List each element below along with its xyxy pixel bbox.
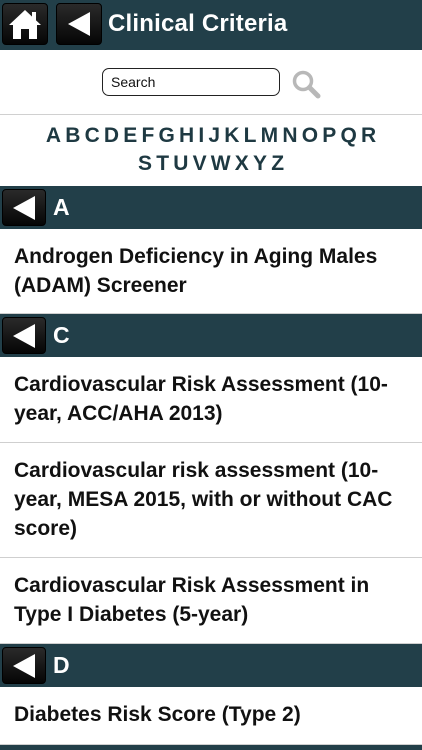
alphabet-letter[interactable]: I [196,122,206,150]
alphabet-letter[interactable]: H [177,122,196,150]
alphabet-letter[interactable]: C [82,122,101,150]
alphabet-letter[interactable]: O [300,122,321,150]
section-header-c: C [0,314,422,357]
list-item[interactable]: Cardiovascular Risk Assessment in Type I… [0,558,422,644]
alphabet-letter[interactable]: B [63,122,82,150]
page-title: Clinical Criteria [108,10,288,37]
section-back-button[interactable] [2,647,46,684]
alphabet-letter[interactable]: L [242,122,259,150]
alphabet-letter[interactable]: E [121,122,139,150]
list-item-label: Diabetes Risk Score (Type 2) [14,703,301,726]
alphabet-letter[interactable]: A [44,122,63,150]
next-section-header [0,745,422,750]
section-header-a: A [0,186,422,229]
list-item[interactable]: Androgen Deficiency in Aging Males (ADAM… [0,229,422,314]
list-item-label: Androgen Deficiency in Aging Males (ADAM… [14,245,378,297]
alphabet-letter[interactable]: U [171,150,190,178]
section-letter: D [53,652,70,678]
alphabet-letter[interactable]: V [190,150,208,178]
back-button[interactable] [56,3,102,45]
alphabet-letter[interactable]: D [102,122,121,150]
alphabet-letter[interactable]: M [259,122,281,150]
alphabet-letter[interactable]: W [209,150,233,178]
list-item-label: Cardiovascular Risk Assessment (10-year,… [14,373,388,425]
alphabet-row-1: ABCDEFGHIJKLMNOPQR [0,122,422,150]
search-icon[interactable] [291,69,321,99]
alphabet-letter[interactable]: Q [338,122,359,150]
section-letter: C [53,322,70,348]
alphabet-letter[interactable]: P [320,122,338,150]
back-arrow-icon [68,12,90,36]
top-bar: Clinical Criteria [0,0,422,50]
alphabet-letter[interactable]: J [206,122,222,150]
home-icon [9,10,41,39]
search-input[interactable] [102,68,280,96]
alphabet-letter[interactable]: N [280,122,299,150]
alphabet-letter[interactable]: S [136,150,154,178]
back-arrow-icon [13,323,35,348]
alphabet-letter[interactable]: R [359,122,378,150]
alphabet-letter[interactable]: X [233,150,251,178]
list-item-label: Cardiovascular Risk Assessment in Type I… [14,574,370,626]
alphabet-letter[interactable]: T [154,150,171,178]
back-arrow-icon [13,653,35,678]
list-item-label: Cardiovascular risk assessment (10-year,… [14,459,393,540]
section-back-button[interactable] [2,189,46,226]
list-item[interactable]: Cardiovascular risk assessment (10-year,… [0,443,422,558]
alphabet-letter[interactable]: G [156,122,177,150]
section-letter: A [53,194,70,220]
alphabet-index: ABCDEFGHIJKLMNOPQR STUVWXYZ [0,114,422,186]
alphabet-letter[interactable]: F [139,122,156,150]
alphabet-letter[interactable]: Z [269,150,286,178]
section-back-button[interactable] [2,317,46,354]
list-item[interactable]: Diabetes Risk Score (Type 2) [0,687,422,745]
home-button[interactable] [2,3,48,45]
search-bar [0,50,422,114]
alphabet-letter[interactable]: Y [251,150,269,178]
alphabet-letter[interactable]: K [222,122,241,150]
list-item[interactable]: Cardiovascular Risk Assessment (10-year,… [0,357,422,443]
section-header-d: D [0,644,422,687]
alphabet-row-2: STUVWXYZ [0,150,422,178]
back-arrow-icon [13,195,35,220]
